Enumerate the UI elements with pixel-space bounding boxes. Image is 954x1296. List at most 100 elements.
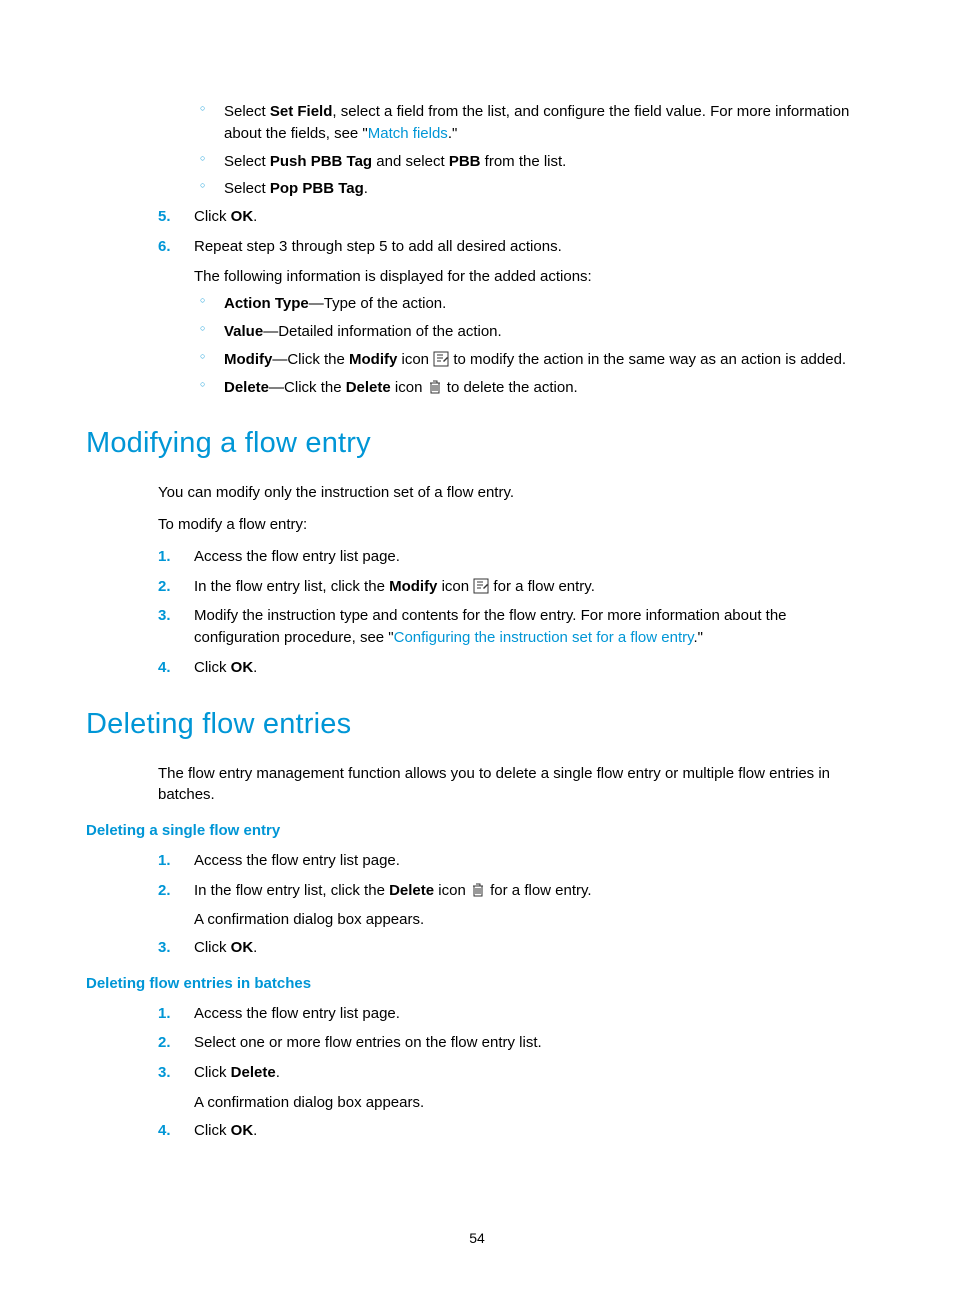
bold-text: OK bbox=[231, 659, 254, 676]
modify-icon bbox=[433, 351, 449, 367]
bold-text: OK bbox=[231, 939, 254, 956]
heading-delete-single: Deleting a single flow entry bbox=[86, 820, 868, 842]
step-1: 1. Access the flow entry list page. bbox=[158, 850, 868, 872]
bold-text: PBB bbox=[449, 153, 481, 170]
text: icon bbox=[391, 379, 427, 396]
list-item: Select Set Field, select a field from th… bbox=[194, 101, 868, 145]
step-2: 2. In the flow entry list, click the Mod… bbox=[158, 576, 868, 598]
delete-icon bbox=[470, 882, 486, 898]
text: for a flow entry. bbox=[486, 882, 592, 899]
list-item: Value—Detailed information of the action… bbox=[194, 321, 868, 343]
step-number: 3. bbox=[158, 605, 171, 627]
text: In the flow entry list, click the bbox=[194, 578, 389, 595]
list-item: Select Pop PBB Tag. bbox=[194, 178, 868, 200]
step-number: 3. bbox=[158, 1062, 171, 1084]
step-number: 2. bbox=[158, 1032, 171, 1054]
text: . bbox=[253, 1122, 257, 1139]
link-configuring-instruction-set[interactable]: Configuring the instruction set for a fl… bbox=[394, 629, 694, 646]
page-number: 54 bbox=[0, 1228, 954, 1248]
bold-text: Delete bbox=[224, 379, 269, 396]
text: and select bbox=[372, 153, 449, 170]
bold-text: Delete bbox=[346, 379, 391, 396]
text: icon bbox=[434, 882, 470, 899]
step-3: 3. Click Delete. bbox=[158, 1062, 868, 1084]
text: Repeat step 3 through step 5 to add all … bbox=[194, 238, 562, 255]
heading-deleting: Deleting flow entries bbox=[86, 703, 868, 745]
text: Click bbox=[194, 939, 231, 956]
paragraph: A confirmation dialog box appears. bbox=[194, 909, 868, 931]
step-2: 2. In the flow entry list, click the Del… bbox=[158, 880, 868, 902]
text: ." bbox=[448, 125, 458, 142]
heading-modifying: Modifying a flow entry bbox=[86, 422, 868, 464]
text: —Click the bbox=[269, 379, 346, 396]
bold-text: OK bbox=[231, 1122, 254, 1139]
step-number: 2. bbox=[158, 880, 171, 902]
step-1: 1. Access the flow entry list page. bbox=[158, 546, 868, 568]
text: Access the flow entry list page. bbox=[194, 852, 400, 869]
list-item: Action Type—Type of the action. bbox=[194, 293, 868, 315]
bold-text: OK bbox=[231, 208, 254, 225]
step-2: 2. Select one or more flow entries on th… bbox=[158, 1032, 868, 1054]
step-3: 3. Modify the instruction type and conte… bbox=[158, 605, 868, 649]
text: —Click the bbox=[272, 351, 349, 368]
paragraph: You can modify only the instruction set … bbox=[158, 482, 868, 504]
step-3: 3. Click OK. bbox=[158, 937, 868, 959]
list-item: Modify—Click the Modify icon to modify t… bbox=[194, 349, 868, 371]
text: Click bbox=[194, 1064, 231, 1081]
heading-delete-batch: Deleting flow entries in batches bbox=[86, 973, 868, 995]
bold-text: Delete bbox=[231, 1064, 276, 1081]
link-match-fields[interactable]: Match fields bbox=[368, 125, 448, 142]
paragraph: The following information is displayed f… bbox=[194, 266, 868, 288]
step-number: 1. bbox=[158, 850, 171, 872]
text: from the list. bbox=[480, 153, 566, 170]
text: —Detailed information of the action. bbox=[263, 323, 501, 340]
paragraph: The flow entry management function allow… bbox=[158, 763, 868, 807]
bold-text: Modify bbox=[224, 351, 272, 368]
text: —Type of the action. bbox=[309, 295, 447, 312]
text: icon bbox=[397, 351, 433, 368]
text: Click bbox=[194, 208, 231, 225]
step-number: 6. bbox=[158, 236, 171, 258]
text: Select bbox=[224, 103, 270, 120]
step-number: 2. bbox=[158, 576, 171, 598]
step-number: 1. bbox=[158, 546, 171, 568]
step-number: 3. bbox=[158, 937, 171, 959]
text: In the flow entry list, click the bbox=[194, 882, 389, 899]
paragraph: To modify a flow entry: bbox=[158, 514, 868, 536]
modify-icon bbox=[473, 578, 489, 594]
text: for a flow entry. bbox=[489, 578, 595, 595]
step-number: 4. bbox=[158, 657, 171, 679]
text: Access the flow entry list page. bbox=[194, 548, 400, 565]
step-1: 1. Access the flow entry list page. bbox=[158, 1003, 868, 1025]
text: . bbox=[253, 659, 257, 676]
text: . bbox=[364, 180, 368, 197]
text: icon bbox=[437, 578, 473, 595]
step-4: 4. Click OK. bbox=[158, 1120, 868, 1142]
step-6: 6. Repeat step 3 through step 5 to add a… bbox=[158, 236, 868, 258]
text: to delete the action. bbox=[443, 379, 578, 396]
text: . bbox=[253, 939, 257, 956]
delete-icon bbox=[427, 379, 443, 395]
list-item: Delete—Click the Delete icon to delete t… bbox=[194, 377, 868, 399]
step-number: 5. bbox=[158, 206, 171, 228]
text: . bbox=[253, 208, 257, 225]
step-5: 5. Click OK. bbox=[158, 206, 868, 228]
bold-text: Action Type bbox=[224, 295, 309, 312]
text: Click bbox=[194, 1122, 231, 1139]
document-page: Select Set Field, select a field from th… bbox=[0, 0, 954, 1296]
bold-text: Value bbox=[224, 323, 263, 340]
text: ." bbox=[694, 629, 704, 646]
list-item: Select Push PBB Tag and select PBB from … bbox=[194, 151, 868, 173]
step-4: 4. Click OK. bbox=[158, 657, 868, 679]
step-number: 4. bbox=[158, 1120, 171, 1142]
bold-text: Pop PBB Tag bbox=[270, 180, 364, 197]
bold-text: Delete bbox=[389, 882, 434, 899]
text: to modify the action in the same way as … bbox=[449, 351, 846, 368]
text: Access the flow entry list page. bbox=[194, 1005, 400, 1022]
text: Select one or more flow entries on the f… bbox=[194, 1034, 542, 1051]
paragraph: A confirmation dialog box appears. bbox=[194, 1092, 868, 1114]
bold-text: Push PBB Tag bbox=[270, 153, 372, 170]
text: . bbox=[276, 1064, 280, 1081]
text: Select bbox=[224, 180, 270, 197]
text: Click bbox=[194, 659, 231, 676]
